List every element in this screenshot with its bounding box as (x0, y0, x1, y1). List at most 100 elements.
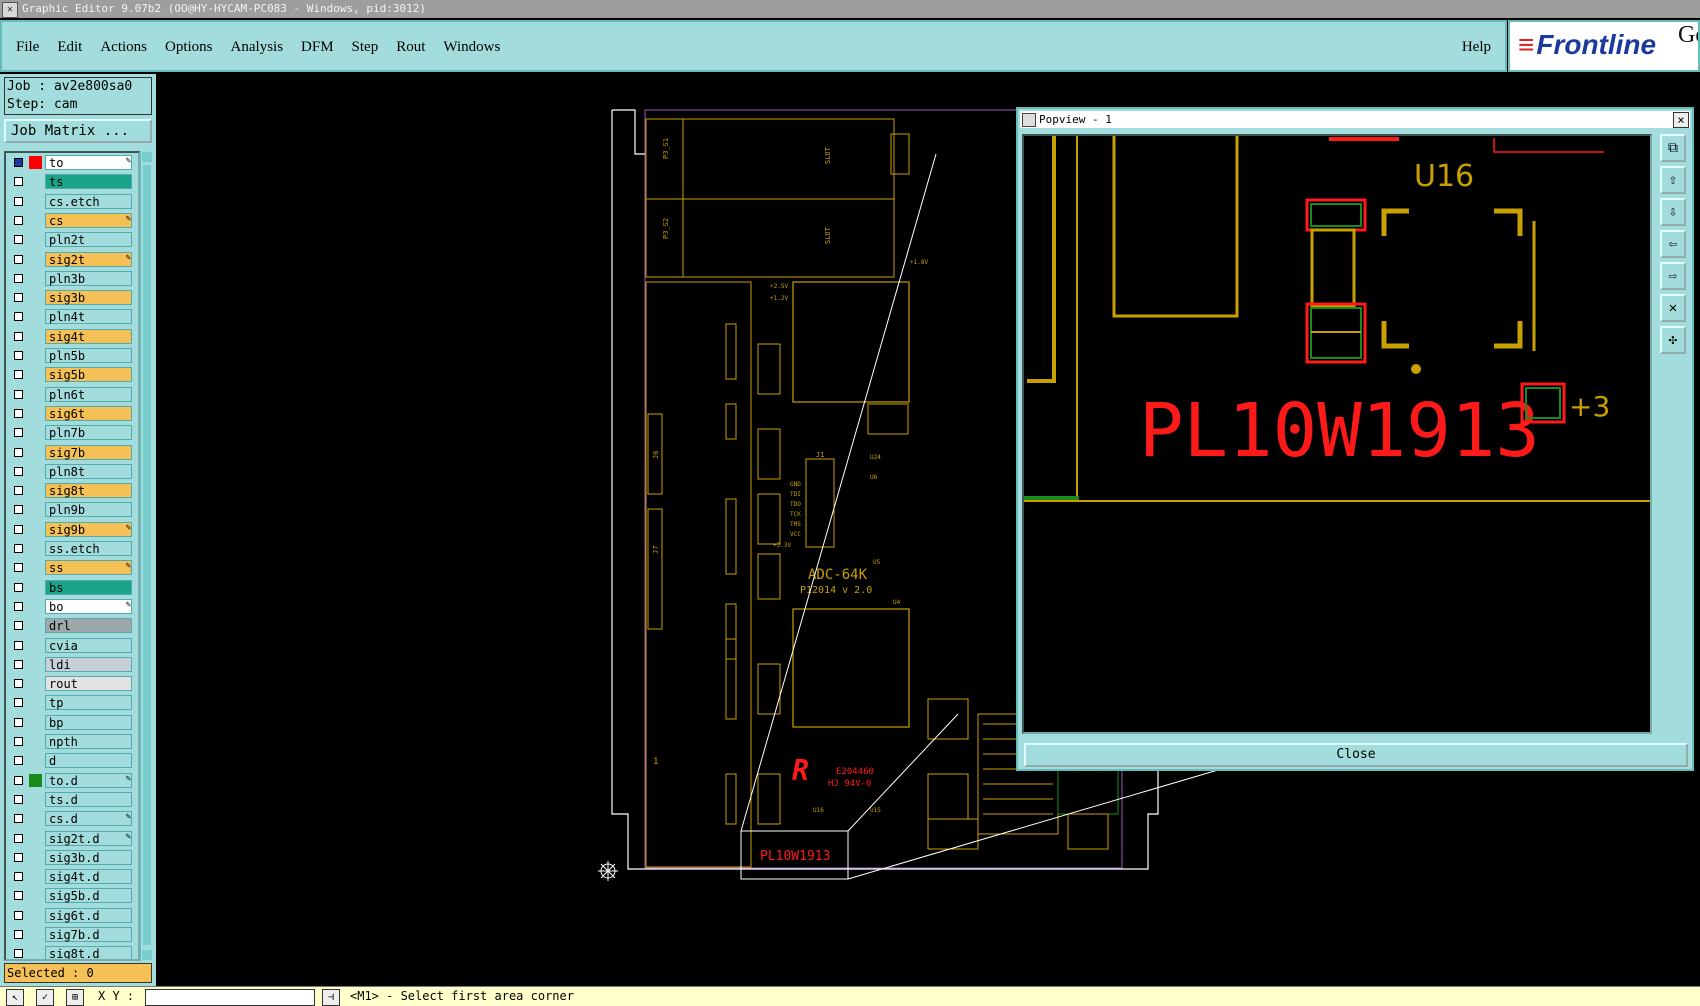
layer-checkbox[interactable] (14, 293, 23, 303)
layer-checkbox[interactable] (14, 775, 23, 785)
menu-step[interactable]: Step (352, 39, 379, 56)
layer-row-tp[interactable]: tp (9, 695, 133, 711)
layer-name[interactable]: pln7b (45, 425, 132, 441)
layer-name[interactable]: bp (45, 714, 132, 730)
pan-up-icon[interactable]: ⇧ (1660, 166, 1686, 194)
popview-canvas[interactable]: U16 PL10W1913 +3 (1022, 134, 1652, 734)
layer-checkbox[interactable] (14, 196, 23, 206)
layer-name[interactable]: sig6t (45, 405, 132, 421)
coordinate-field[interactable] (145, 989, 315, 1006)
layer-row-pln2t[interactable]: pln2t (9, 232, 133, 248)
menu-dfm[interactable]: DFM (301, 39, 334, 56)
layer-checkbox[interactable] (14, 524, 23, 534)
layer-name[interactable]: cs (45, 212, 132, 228)
layer-row-sig2t[interactable]: sig2t ✎ (9, 251, 133, 267)
layer-row-ss-etch[interactable]: ss.etch (9, 541, 133, 556)
layer-name[interactable]: ss.etch (45, 541, 132, 556)
layer-checkbox[interactable] (14, 794, 23, 804)
layer-checkbox[interactable] (14, 312, 23, 322)
layer-name[interactable]: pln3b (45, 270, 132, 286)
layer-name[interactable]: to (45, 155, 132, 170)
menu-file[interactable]: File (16, 39, 39, 56)
menu-windows[interactable]: Windows (443, 39, 500, 56)
layer-row-ts-d[interactable]: ts.d (9, 791, 133, 807)
layer-row-sig2t-d[interactable]: sig2t.d ✎ (9, 830, 133, 846)
layer-checkbox[interactable] (14, 351, 23, 360)
layer-checkbox[interactable] (14, 177, 23, 187)
layer-checkbox[interactable] (14, 544, 23, 553)
layer-checkbox[interactable] (14, 872, 23, 882)
layer-row-sig3b[interactable]: sig3b (9, 290, 133, 306)
layer-name[interactable]: cs.etch (45, 193, 132, 209)
layer-row-cs-d[interactable]: cs.d ✎ (9, 811, 133, 827)
layer-checkbox[interactable] (14, 833, 23, 843)
layer-checkbox[interactable] (14, 466, 23, 476)
layer-row-bs[interactable]: bs (9, 579, 133, 595)
layer-name[interactable]: sig3b (45, 290, 132, 306)
layer-checkbox[interactable] (14, 273, 23, 283)
layer-checkbox[interactable] (14, 698, 23, 708)
layer-row-to[interactable]: to ✎ (9, 155, 133, 170)
layer-row-bo[interactable]: bo ✎ (9, 598, 133, 614)
layer-name[interactable]: sig3b.d (45, 849, 132, 865)
layer-name[interactable]: sig2t (45, 251, 132, 267)
layer-row-cvia[interactable]: cvia (9, 637, 133, 653)
layer-checkbox[interactable] (14, 717, 23, 727)
layer-name[interactable]: sig4t (45, 328, 132, 344)
layer-row-rout[interactable]: rout (9, 676, 133, 692)
layer-row-ldi[interactable]: ldi (9, 656, 133, 672)
layer-name[interactable]: pln8t (45, 463, 132, 479)
layer-name[interactable]: sig6t.d (45, 907, 132, 923)
snap-tool-icon[interactable]: ⊣ (322, 989, 340, 1006)
layer-row-sig5b-d[interactable]: sig5b.d (9, 888, 133, 904)
layer-name[interactable]: sig2t.d (45, 830, 132, 846)
layer-checkbox[interactable] (14, 814, 23, 824)
layer-checkbox[interactable] (14, 949, 23, 959)
menu-rout[interactable]: Rout (396, 39, 425, 56)
layer-checkbox[interactable] (14, 563, 23, 573)
layer-name[interactable]: sig5b (45, 367, 132, 383)
select-tool-icon[interactable]: ↖ (6, 989, 24, 1006)
layer-name[interactable]: sig8t (45, 483, 132, 499)
layer-name[interactable]: npth (45, 734, 132, 749)
layer-name[interactable]: cvia (45, 637, 132, 653)
layer-name[interactable]: ts.d (45, 791, 132, 807)
layer-name[interactable]: d (45, 753, 132, 769)
scroll-up-arrow-icon[interactable] (142, 152, 152, 162)
layer-row-pln8t[interactable]: pln8t (9, 463, 133, 479)
layer-row-sig8t[interactable]: sig8t (9, 483, 133, 499)
check-tool-icon[interactable]: ✓ (36, 989, 54, 1006)
pan-down-icon[interactable]: ⇩ (1660, 198, 1686, 226)
layer-name[interactable]: ldi (45, 656, 132, 672)
layer-color-swatch[interactable] (29, 156, 42, 169)
layer-row-sig9b[interactable]: sig9b ✎ (9, 521, 133, 537)
layer-row-sig6t-d[interactable]: sig6t.d (9, 907, 133, 923)
job-matrix-button[interactable]: Job Matrix ... (4, 119, 152, 143)
layer-checkbox[interactable] (14, 486, 23, 496)
layer-name[interactable]: sig8t.d (45, 946, 132, 959)
menu-edit[interactable]: Edit (57, 39, 82, 56)
layer-list-scrollbar[interactable] (140, 151, 153, 961)
layer-row-sig6t[interactable]: sig6t (9, 405, 133, 421)
zoom-in-icon[interactable]: ✣ (1660, 326, 1686, 354)
layer-row-sig5b[interactable]: sig5b (9, 367, 133, 383)
layer-name[interactable]: sig9b (45, 521, 132, 537)
layer-checkbox[interactable] (14, 447, 23, 457)
layer-row-ts[interactable]: ts (9, 174, 133, 190)
scroll-down-arrow-icon[interactable] (142, 950, 152, 960)
layer-row-pln4t[interactable]: pln4t (9, 309, 133, 325)
pan-left-icon[interactable]: ⇦ (1660, 230, 1686, 258)
layer-name[interactable]: sig7b (45, 444, 132, 460)
layer-checkbox[interactable] (14, 930, 23, 939)
layer-checkbox[interactable] (14, 505, 23, 515)
layer-checkbox[interactable] (14, 215, 23, 225)
layer-checkbox[interactable] (14, 428, 23, 438)
layer-name[interactable]: pln4t (45, 309, 132, 325)
layer-name[interactable]: sig5b.d (45, 888, 132, 904)
layer-checkbox[interactable] (14, 582, 23, 592)
layer-name[interactable]: drl (45, 618, 132, 634)
layer-checkbox[interactable] (14, 852, 23, 862)
menu-options[interactable]: Options (165, 39, 213, 56)
layer-row-sig7b-d[interactable]: sig7b.d (9, 927, 133, 942)
layer-checkbox[interactable] (14, 756, 23, 766)
